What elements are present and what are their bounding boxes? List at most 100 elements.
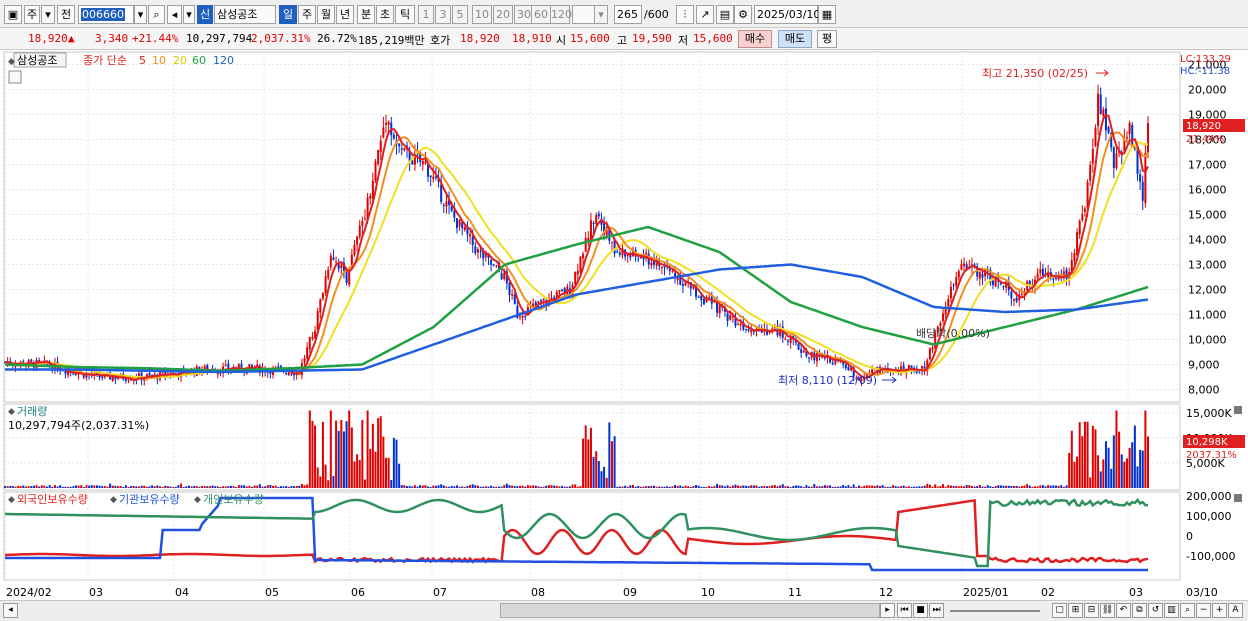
- zoom-in-icon[interactable]: +: [1212, 603, 1227, 618]
- price-tick-label: 9,000: [1188, 359, 1220, 372]
- volume-bar: [689, 486, 692, 488]
- tick-count-5[interactable]: 5: [452, 5, 468, 24]
- first-page-icon[interactable]: ⏮: [897, 603, 912, 618]
- stop-icon[interactable]: ■: [913, 603, 928, 618]
- candle-body: [466, 228, 469, 235]
- average-button[interactable]: 평: [817, 30, 837, 48]
- volume-bar: [245, 486, 248, 488]
- volume-bar: [103, 486, 106, 488]
- timeframe-minute[interactable]: 분: [357, 5, 375, 24]
- volume-bar: [813, 484, 816, 488]
- save-icon[interactable]: ▤: [716, 5, 734, 24]
- candle-body: [684, 282, 687, 286]
- volume-bar: [177, 485, 180, 488]
- stock-code-input[interactable]: 006660: [78, 5, 134, 24]
- speaker-dropdown-icon[interactable]: ▾: [183, 5, 195, 24]
- tick-count-120[interactable]: 120: [550, 5, 572, 24]
- volume-bar: [240, 485, 243, 488]
- timeframe-year[interactable]: 년: [336, 5, 354, 24]
- zoom-box-icon[interactable]: ▢: [1052, 603, 1067, 618]
- period-tab-week[interactable]: 주: [24, 5, 40, 24]
- view-count-input[interactable]: 265: [614, 5, 642, 24]
- volume-close-icon[interactable]: [1234, 406, 1242, 414]
- volume-bar: [936, 486, 939, 488]
- layout-icon[interactable]: ▥: [1164, 603, 1179, 618]
- scroll-right-icon[interactable]: ▸: [880, 603, 895, 618]
- volume-bar: [356, 454, 359, 488]
- zoom-out-icon[interactable]: −: [1196, 603, 1211, 618]
- x-tick-label: 06: [351, 586, 365, 599]
- horizontal-scrollbar[interactable]: ◂ ▸ ⏮ ■ ⏭ ▢ ⊞ ⊟ ⛓ ↶ ⧉ ↺ ▥ ⌕ − + A: [0, 600, 1248, 621]
- holdings-settings-icon[interactable]: ◆: [8, 495, 15, 505]
- volume-bar: [269, 485, 272, 488]
- date-input[interactable]: 2025/03/10: [754, 5, 820, 24]
- tick-count-60[interactable]: 60: [531, 5, 551, 24]
- tick-count-3[interactable]: 3: [435, 5, 451, 24]
- buy-button[interactable]: 매수: [738, 30, 772, 48]
- chart-settings-icon[interactable]: ◆: [8, 57, 15, 67]
- gear-icon[interactable]: ⚙: [734, 5, 752, 24]
- candle-body: [592, 222, 595, 225]
- tick-dropdown-icon[interactable]: ▾: [594, 5, 608, 24]
- volume-bar: [944, 486, 947, 488]
- volume-bar: [429, 486, 432, 488]
- search-icon[interactable]: ⌕: [148, 5, 165, 24]
- volume-bar: [227, 486, 230, 488]
- overlay-icon[interactable]: ⧉: [1132, 603, 1147, 618]
- speaker-icon[interactable]: ◂: [167, 5, 182, 24]
- candle-body: [1125, 137, 1128, 139]
- tick-count-20[interactable]: 20: [493, 5, 513, 24]
- link-icon[interactable]: ⛓: [1100, 603, 1115, 618]
- chevron-down-icon[interactable]: ▾: [41, 5, 55, 24]
- volume-bar: [72, 486, 75, 488]
- individual-settings-icon[interactable]: ◆: [194, 495, 201, 505]
- timeframe-second[interactable]: 초: [376, 5, 394, 24]
- period-tab-prev[interactable]: 전: [57, 5, 75, 24]
- calendar-icon[interactable]: ▦: [818, 5, 836, 24]
- volume-bar: [85, 485, 88, 488]
- grid-toggle-icon[interactable]: [8, 70, 22, 84]
- tick-count-1[interactable]: 1: [418, 5, 434, 24]
- x-tick-label: 2024/02: [6, 586, 52, 599]
- stock-chart[interactable]: 8,000 9,000 10,000 11,000 12,000 13,000 14,000…: [0, 50, 1248, 600]
- legend-ma20: 20: [173, 54, 187, 67]
- volume-bar: [529, 485, 532, 488]
- volume-bar: [40, 485, 43, 488]
- holdings-close-icon[interactable]: [1234, 494, 1242, 502]
- zoom-slider[interactable]: [950, 610, 1040, 612]
- volume-bar: [80, 485, 83, 488]
- compare-icon[interactable]: ⊞: [1068, 603, 1083, 618]
- volume-bar: [926, 483, 929, 488]
- volume-bar: [1091, 425, 1094, 488]
- window-icon[interactable]: ▣: [4, 5, 22, 24]
- magnify-icon[interactable]: ⌕: [1180, 603, 1195, 618]
- volume-bar: [928, 484, 931, 488]
- restore-icon[interactable]: ↺: [1148, 603, 1163, 618]
- volume-bar: [789, 486, 792, 488]
- volume-bar: [973, 486, 976, 488]
- tick-count-10[interactable]: 10: [472, 5, 492, 24]
- draw-tool-icon[interactable]: ↗: [696, 5, 714, 24]
- undo-icon[interactable]: ↶: [1116, 603, 1131, 618]
- current-price: 18,920: [28, 32, 68, 45]
- font-size-icon[interactable]: A: [1228, 603, 1243, 618]
- stock-name[interactable]: 삼성공조: [214, 5, 276, 24]
- volume-bar: [865, 485, 868, 488]
- candle-type-icon[interactable]: ⫶: [676, 5, 694, 24]
- timeframe-month[interactable]: 월: [317, 5, 335, 24]
- split-icon[interactable]: ⊟: [1084, 603, 1099, 618]
- institution-settings-icon[interactable]: ◆: [110, 495, 117, 505]
- volume-settings-icon[interactable]: ◆: [8, 407, 15, 417]
- timeframe-day[interactable]: 일: [279, 5, 297, 24]
- timeframe-tick[interactable]: 틱: [395, 5, 415, 24]
- volume-bar: [642, 486, 645, 488]
- volume-bar: [159, 486, 162, 488]
- volume-bar: [734, 484, 737, 488]
- scroll-left-icon[interactable]: ◂: [3, 603, 18, 618]
- sell-button[interactable]: 매도: [778, 30, 812, 48]
- timeframe-week[interactable]: 주: [298, 5, 316, 24]
- code-dropdown-icon[interactable]: ▾: [134, 5, 147, 24]
- scroll-thumb[interactable]: [500, 603, 880, 618]
- volume-bar: [1010, 485, 1013, 488]
- last-page-icon[interactable]: ⏭: [929, 603, 944, 618]
